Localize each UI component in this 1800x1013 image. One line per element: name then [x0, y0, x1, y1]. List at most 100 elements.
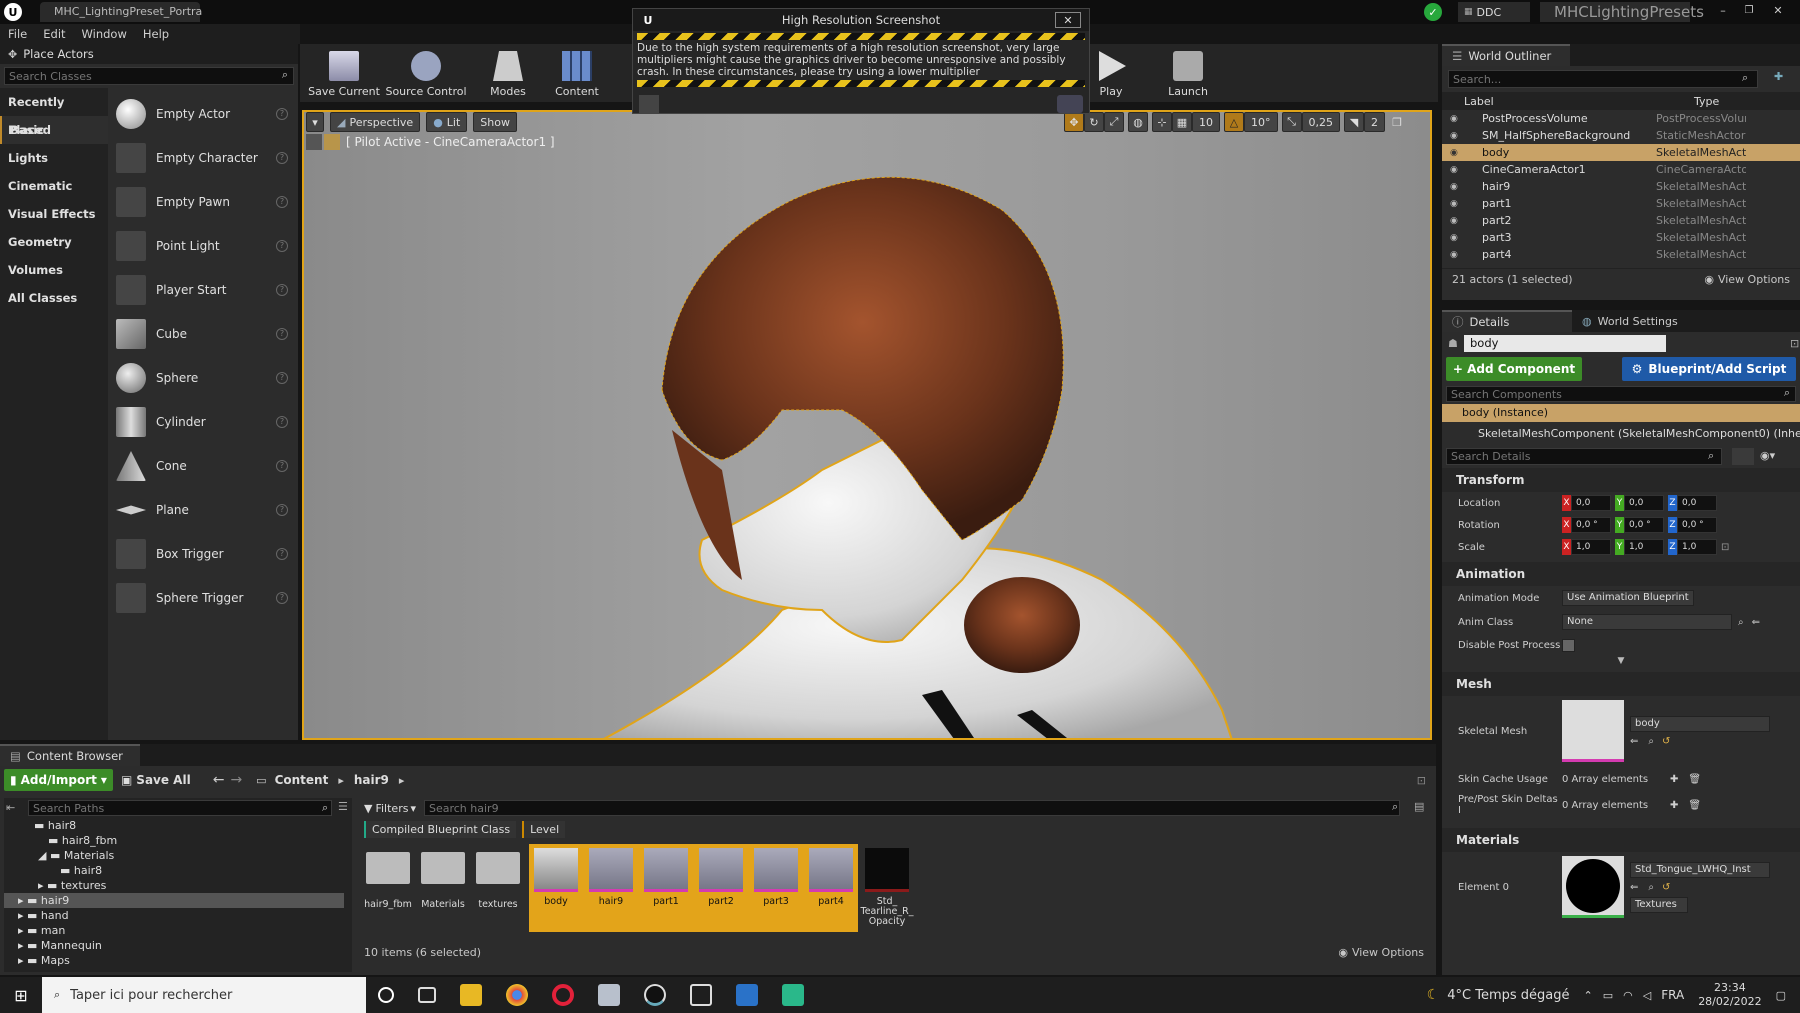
category-lights[interactable]: Lights — [0, 144, 108, 172]
help-icon[interactable]: ? — [276, 328, 288, 340]
help-icon[interactable]: ? — [276, 460, 288, 472]
use-selected-icon[interactable]: ⇐ — [1630, 736, 1638, 747]
wifi-icon[interactable]: ◠ — [1623, 989, 1633, 1002]
search-paths-input[interactable] — [28, 800, 332, 816]
location-z[interactable]: Z 0,0 — [1668, 495, 1717, 511]
document-tab[interactable]: MHC_LightingPreset_Portra — [40, 2, 202, 22]
rotation-z[interactable]: Z 0,0 ° — [1668, 517, 1717, 533]
photos-icon[interactable] — [736, 984, 758, 1006]
view-options-button[interactable]: ◉ View Options — [1704, 273, 1790, 286]
actor-name-input[interactable]: body — [1464, 334, 1666, 352]
table-row[interactable]: ◉ CineCameraActor1 CineCameraActor — [1442, 161, 1800, 178]
back-arrow-icon[interactable]: ← — [213, 772, 225, 788]
close-icon[interactable]: ✕ — [1764, 2, 1792, 18]
maximize-viewport-icon[interactable]: ❐ — [1389, 112, 1405, 132]
take-screenshot-icon[interactable] — [1057, 95, 1083, 113]
source-control-button[interactable]: Source Control — [380, 45, 472, 101]
category-volumes[interactable]: Volumes — [0, 256, 108, 284]
add-element-icon[interactable]: ✚ — [1670, 774, 1678, 785]
browse-icon[interactable]: ⌕ — [1648, 882, 1654, 893]
menu-file[interactable]: File — [0, 24, 35, 44]
folder-item[interactable]: Materials — [419, 852, 467, 910]
visibility-eye-icon[interactable]: ◉ — [1450, 233, 1464, 243]
file-explorer-icon[interactable] — [460, 984, 482, 1006]
menu-edit[interactable]: Edit — [35, 24, 73, 44]
notifications-icon[interactable]: ▢ — [1776, 989, 1786, 1002]
component-instance-row[interactable]: body (Instance) — [1442, 404, 1800, 422]
location-x-value[interactable]: 0,0 — [1571, 495, 1611, 511]
asset-tile[interactable]: body — [532, 848, 580, 907]
surface-snap-icon[interactable]: ⊹ — [1152, 112, 1172, 132]
volume-icon[interactable]: ◁ — [1643, 989, 1651, 1002]
disable-post-process-checkbox[interactable] — [1562, 638, 1575, 652]
content-browser-tab[interactable]: ▤ Content Browser — [0, 744, 140, 766]
table-row[interactable]: ◉ part4 SkeletalMeshActo — [1442, 246, 1800, 263]
scale-z-value[interactable]: 1,0 — [1677, 539, 1717, 555]
skeletal-mesh-dropdown[interactable]: body — [1630, 715, 1770, 732]
scale-snap-value[interactable]: 0,25 — [1301, 112, 1340, 132]
tree-item[interactable]: ▸ ▬ hand — [4, 908, 352, 923]
category-visual-effects[interactable]: Visual Effects — [0, 200, 108, 228]
help-icon[interactable]: ? — [276, 548, 288, 560]
transform-section[interactable]: Transform — [1442, 468, 1800, 492]
ddc-button[interactable]: ▦ DDC — [1458, 2, 1530, 22]
rotation-label[interactable]: Rotation — [1442, 520, 1562, 531]
source-control-status-icon[interactable]: ✓ — [1424, 3, 1442, 21]
reset-icon[interactable]: ↺ — [1662, 882, 1670, 893]
save-search-icon[interactable]: ▤ — [1414, 800, 1424, 813]
category-all-classes[interactable]: All Classes — [0, 284, 108, 312]
category-basic[interactable]: Basic — [0, 116, 108, 144]
tree-item[interactable]: ◢ ▬ Materials — [4, 848, 352, 863]
moon-weather-icon[interactable]: ☾ — [1427, 987, 1440, 1003]
col-label-header[interactable]: Label — [1464, 95, 1694, 108]
filter-chip-level[interactable]: Level — [522, 820, 566, 838]
asset-tile[interactable]: part4 — [807, 848, 855, 907]
taskbar-search[interactable]: ⌕ Taper ici pour rechercher — [42, 977, 366, 1013]
launch-button[interactable]: Launch — [1152, 45, 1224, 101]
menu-window[interactable]: Window — [74, 24, 135, 44]
level-viewport[interactable]: ▾ ◢ Perspective ● Lit Show [ Pilot Active … — [302, 110, 1432, 740]
help-icon[interactable]: ? — [276, 416, 288, 428]
table-row[interactable]: ◉ part3 SkeletalMeshActo — [1442, 229, 1800, 246]
add-import-button[interactable]: ▮ Add/Import ▾ — [4, 769, 113, 791]
actor-plane[interactable]: Plane? — [108, 488, 298, 532]
dialog-close-icon[interactable]: ✕ — [1055, 12, 1081, 28]
rotation-y[interactable]: Y 0,0 ° — [1615, 517, 1664, 533]
forward-arrow-icon[interactable]: → — [230, 772, 242, 788]
location-z-value[interactable]: 0,0 — [1677, 495, 1717, 511]
minimize-icon[interactable]: – — [1712, 2, 1734, 18]
folder-icon[interactable]: ▭ — [256, 774, 266, 787]
3d-box-icon[interactable] — [690, 984, 712, 1006]
filter-chip-blueprint[interactable]: Compiled Blueprint Class — [364, 820, 517, 838]
content-button[interactable]: Content — [544, 45, 610, 101]
save-all-button[interactable]: ▣ Save All — [121, 773, 191, 787]
actor-cylinder[interactable]: Cylinder? — [108, 400, 298, 444]
asset-tile[interactable]: part2 — [697, 848, 745, 907]
tree-item[interactable]: ▬ hair8 — [4, 818, 352, 833]
visibility-eye-icon[interactable]: ◉ — [1450, 165, 1464, 175]
rotation-z-value[interactable]: 0,0 ° — [1677, 517, 1717, 533]
actor-player-start[interactable]: Player Start? — [108, 268, 298, 312]
lock-icon[interactable]: ⊡ — [1790, 337, 1799, 350]
animation-section[interactable]: Animation — [1442, 562, 1800, 586]
browse-icon[interactable]: ⌕ — [1648, 736, 1654, 747]
search-details-input[interactable] — [1446, 448, 1722, 465]
translate-tool-icon[interactable]: ✥ — [1064, 112, 1084, 132]
modes-button[interactable]: Modes — [472, 45, 544, 101]
view-options-eye-icon[interactable]: ◉▾ — [1760, 449, 1775, 462]
scale-snap-icon[interactable]: ⤡ — [1281, 112, 1302, 132]
perspective-button[interactable]: ◢ Perspective — [330, 112, 421, 132]
maximize-icon[interactable]: ❐ — [1738, 2, 1760, 18]
table-row[interactable]: ◉ part2 SkeletalMeshActo — [1442, 212, 1800, 229]
asset-tile[interactable]: Std_ Tearline_R_ Opacity — [861, 848, 914, 927]
tree-item[interactable]: ▸ ▬ man — [4, 923, 352, 938]
app-icon[interactable] — [598, 984, 620, 1006]
asset-tile[interactable]: hair9 — [587, 848, 635, 907]
location-y-value[interactable]: 0,0 — [1624, 495, 1664, 511]
tree-options-icon[interactable]: ☰ — [338, 800, 348, 813]
world-outliner-tab[interactable]: ☰ World Outliner — [1442, 44, 1570, 66]
table-row[interactable]: ◉ part1 SkeletalMeshActo — [1442, 195, 1800, 212]
filters-button[interactable]: ▼ Filters ▾ — [364, 802, 416, 815]
material-dropdown[interactable]: Std_Tongue_LWHQ_Inst — [1630, 861, 1770, 878]
add-filter-icon[interactable]: ✚ — [1774, 70, 1783, 83]
